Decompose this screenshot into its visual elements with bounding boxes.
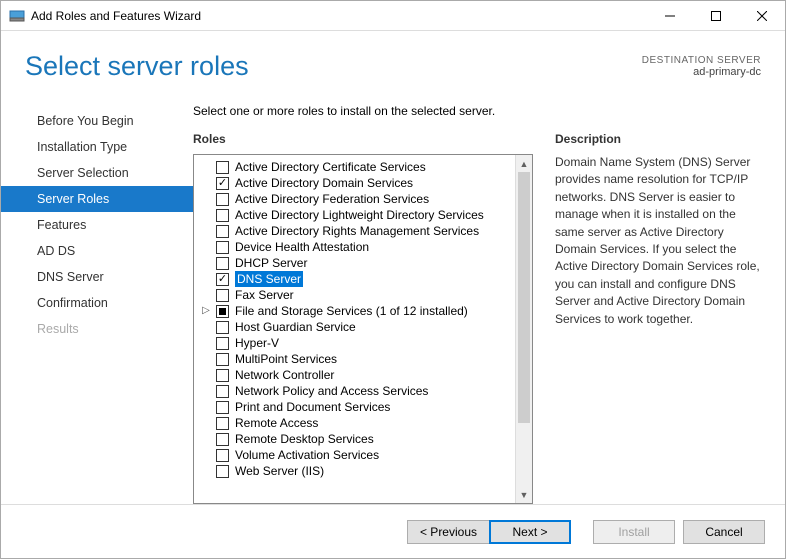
- role-label: Web Server (IIS): [235, 463, 324, 479]
- wizard-footer: < Previous Next > Install Cancel: [1, 504, 785, 558]
- role-item[interactable]: Active Directory Federation Services: [196, 191, 513, 207]
- expander-icon[interactable]: ▷: [200, 303, 212, 319]
- role-item[interactable]: Volume Activation Services: [196, 447, 513, 463]
- role-checkbox[interactable]: [216, 257, 229, 270]
- role-label: Host Guardian Service: [235, 319, 356, 335]
- role-label: Active Directory Federation Services: [235, 191, 429, 207]
- role-item[interactable]: Hyper-V: [196, 335, 513, 351]
- role-checkbox[interactable]: [216, 337, 229, 350]
- role-label: Remote Desktop Services: [235, 431, 374, 447]
- scroll-up-button[interactable]: ▲: [516, 155, 532, 172]
- scroll-thumb[interactable]: [518, 172, 530, 423]
- role-checkbox[interactable]: [216, 193, 229, 206]
- nav-sidebar: Before You BeginInstallation TypeServer …: [1, 104, 193, 504]
- role-label: DNS Server: [235, 271, 303, 287]
- window-title: Add Roles and Features Wizard: [31, 9, 647, 23]
- role-item[interactable]: Active Directory Lightweight Directory S…: [196, 207, 513, 223]
- install-button[interactable]: Install: [593, 520, 675, 544]
- minimize-button[interactable]: [647, 1, 693, 31]
- nav-item[interactable]: Server Selection: [1, 160, 193, 186]
- role-item[interactable]: DHCP Server: [196, 255, 513, 271]
- role-item[interactable]: Host Guardian Service: [196, 319, 513, 335]
- role-checkbox[interactable]: [216, 177, 229, 190]
- maximize-button[interactable]: [693, 1, 739, 31]
- role-label: Device Health Attestation: [235, 239, 369, 255]
- role-item[interactable]: MultiPoint Services: [196, 351, 513, 367]
- role-item[interactable]: ▷ File and Storage Services (1 of 12 inst…: [196, 303, 513, 319]
- page-title: Select server roles: [25, 51, 642, 82]
- role-checkbox[interactable]: [216, 209, 229, 222]
- role-label: File and Storage Services (1 of 12 insta…: [235, 303, 468, 319]
- wizard-header: Select server roles DESTINATION SERVER a…: [1, 31, 785, 82]
- role-item[interactable]: DNS Server: [196, 271, 513, 287]
- destination-name: ad-primary-dc: [642, 66, 761, 78]
- role-checkbox[interactable]: [216, 353, 229, 366]
- role-label: DHCP Server: [235, 255, 307, 271]
- role-checkbox[interactable]: [216, 289, 229, 302]
- role-checkbox[interactable]: [216, 401, 229, 414]
- role-checkbox[interactable]: [216, 433, 229, 446]
- description-header: Description: [555, 132, 763, 146]
- role-checkbox[interactable]: [216, 161, 229, 174]
- next-button[interactable]: Next >: [489, 520, 571, 544]
- nav-item[interactable]: Server Roles: [1, 186, 193, 212]
- nav-item[interactable]: Confirmation: [1, 290, 193, 316]
- nav-item[interactable]: AD DS: [1, 238, 193, 264]
- scroll-track[interactable]: [516, 172, 532, 486]
- role-item[interactable]: Device Health Attestation: [196, 239, 513, 255]
- nav-item[interactable]: Installation Type: [1, 134, 193, 160]
- role-item[interactable]: Web Server (IIS): [196, 463, 513, 479]
- role-label: Active Directory Lightweight Directory S…: [235, 207, 484, 223]
- role-checkbox[interactable]: [216, 305, 229, 318]
- role-item[interactable]: Active Directory Rights Management Servi…: [196, 223, 513, 239]
- role-checkbox[interactable]: [216, 241, 229, 254]
- role-item[interactable]: Network Policy and Access Services: [196, 383, 513, 399]
- role-checkbox[interactable]: [216, 225, 229, 238]
- role-checkbox[interactable]: [216, 385, 229, 398]
- nav-item: Results: [1, 316, 193, 342]
- role-checkbox[interactable]: [216, 465, 229, 478]
- destination-label: DESTINATION SERVER: [642, 55, 761, 66]
- role-item[interactable]: Remote Access: [196, 415, 513, 431]
- close-button[interactable]: [739, 1, 785, 31]
- role-label: Active Directory Domain Services: [235, 175, 413, 191]
- titlebar: Add Roles and Features Wizard: [1, 1, 785, 31]
- destination-server-block: DESTINATION SERVER ad-primary-dc: [642, 55, 761, 78]
- scroll-down-button[interactable]: ▼: [516, 486, 532, 503]
- role-label: Network Policy and Access Services: [235, 383, 428, 399]
- nav-item[interactable]: Before You Begin: [1, 108, 193, 134]
- role-label: Fax Server: [235, 287, 294, 303]
- role-item[interactable]: Active Directory Domain Services: [196, 175, 513, 191]
- role-label: Remote Access: [235, 415, 318, 431]
- description-text: Domain Name System (DNS) Server provides…: [555, 154, 763, 328]
- nav-item[interactable]: Features: [1, 212, 193, 238]
- role-item[interactable]: Fax Server: [196, 287, 513, 303]
- cancel-button[interactable]: Cancel: [683, 520, 765, 544]
- role-item[interactable]: Print and Document Services: [196, 399, 513, 415]
- role-checkbox[interactable]: [216, 273, 229, 286]
- role-item[interactable]: Network Controller: [196, 367, 513, 383]
- role-checkbox[interactable]: [216, 449, 229, 462]
- role-label: Hyper-V: [235, 335, 279, 351]
- roles-listbox[interactable]: Active Directory Certificate ServicesAct…: [193, 154, 533, 504]
- role-label: Network Controller: [235, 367, 334, 383]
- server-manager-icon: [9, 8, 25, 24]
- role-label: Print and Document Services: [235, 399, 390, 415]
- role-item[interactable]: Remote Desktop Services: [196, 431, 513, 447]
- role-checkbox[interactable]: [216, 417, 229, 430]
- role-label: Volume Activation Services: [235, 447, 379, 463]
- role-item[interactable]: Active Directory Certificate Services: [196, 159, 513, 175]
- role-label: MultiPoint Services: [235, 351, 337, 367]
- role-label: Active Directory Certificate Services: [235, 159, 426, 175]
- roles-header: Roles: [193, 132, 533, 146]
- previous-button[interactable]: < Previous: [407, 520, 489, 544]
- role-checkbox[interactable]: [216, 369, 229, 382]
- role-label: Active Directory Rights Management Servi…: [235, 223, 479, 239]
- role-checkbox[interactable]: [216, 321, 229, 334]
- scrollbar[interactable]: ▲ ▼: [515, 155, 532, 503]
- instruction-text: Select one or more roles to install on t…: [193, 104, 763, 118]
- nav-item[interactable]: DNS Server: [1, 264, 193, 290]
